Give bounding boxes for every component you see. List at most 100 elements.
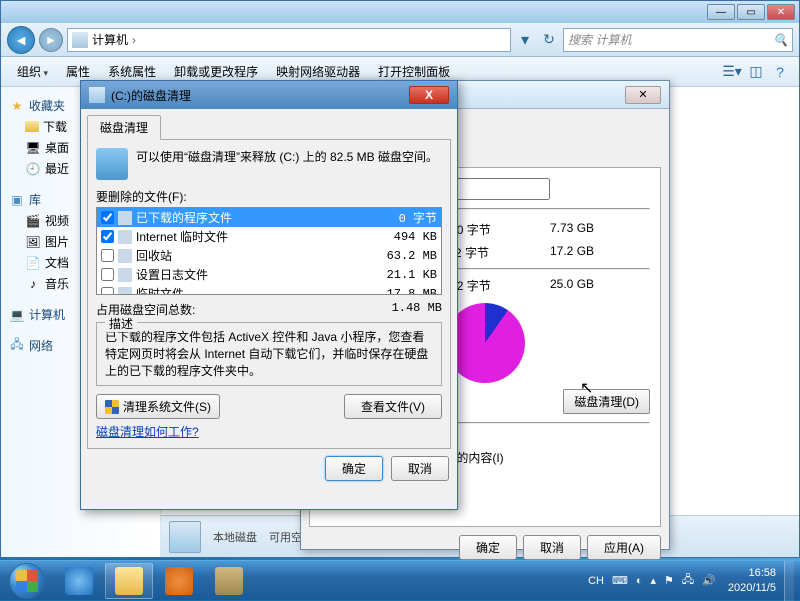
cleanup-title-text: (C:)的磁盘清理: [111, 87, 191, 104]
cleanup-tabs: 磁盘清理: [81, 109, 457, 140]
cleanup-list-item[interactable]: 临时文件 17.8 MB: [97, 284, 441, 295]
tray-ime-mode-icon[interactable]: ⌨: [608, 561, 632, 600]
tray-action-center-icon[interactable]: ⚑: [660, 561, 678, 600]
maximize-button[interactable]: ▭: [737, 4, 765, 20]
library-icon: ▣: [9, 192, 25, 208]
search-icon: 🔍: [773, 33, 788, 47]
address-sep: ›: [128, 33, 140, 47]
address-segment[interactable]: 计算机: [92, 31, 128, 48]
description-title: 描述: [105, 315, 137, 332]
minimize-button[interactable]: —: [707, 4, 735, 20]
cleanup-ok-button[interactable]: 确定: [325, 456, 383, 481]
file-category-icon: [118, 211, 132, 225]
system-tray: CH ⌨ ◐ ▴ ⚑ 🖧 🔊 16:58 2020/11/5: [584, 561, 800, 600]
disk-cleanup-button[interactable]: 磁盘清理(D): [563, 389, 650, 414]
tray-clock[interactable]: 16:58 2020/11/5: [720, 566, 784, 595]
refresh-button[interactable]: ↻: [539, 29, 559, 51]
preview-pane-button[interactable]: ◫: [745, 61, 767, 83]
taskbar-item[interactable]: [205, 563, 253, 599]
cleanup-item-checkbox[interactable]: [101, 211, 114, 224]
taskbar-mediaplayer[interactable]: [155, 563, 203, 599]
how-it-works-link[interactable]: 磁盘清理如何工作?: [96, 423, 442, 440]
cleanup-titlebar[interactable]: (C:)的磁盘清理 X: [81, 81, 457, 109]
app-icon: [215, 567, 243, 595]
computer-icon: 💻: [9, 307, 25, 323]
address-bar[interactable]: 计算机 ›: [67, 28, 511, 52]
help-button[interactable]: ?: [769, 61, 791, 83]
used-gb: 7.73 GB: [550, 221, 594, 238]
tray-volume-icon[interactable]: 🔊: [698, 561, 720, 600]
cleanup-item-size: 21.1 KB: [387, 268, 437, 282]
taskbar-explorer[interactable]: [105, 563, 153, 599]
tray-overflow-icon[interactable]: ▴: [647, 561, 661, 600]
cleanup-cancel-button[interactable]: 取消: [391, 456, 449, 481]
tray-input-icon[interactable]: ◐: [632, 561, 647, 600]
start-button[interactable]: [0, 561, 54, 601]
view-files-button[interactable]: 查看文件(V): [344, 394, 442, 419]
close-button[interactable]: ✕: [767, 4, 795, 20]
music-icon: ♪: [25, 276, 41, 292]
address-dropdown[interactable]: ▾: [515, 30, 535, 50]
drive-icon: [169, 521, 201, 553]
cleanup-close-button[interactable]: X: [409, 86, 449, 104]
clock-time: 16:58: [728, 566, 776, 580]
cleanup-item-name: 回收站: [136, 247, 383, 264]
cleanup-item-size: 17.8 MB: [387, 287, 437, 296]
recent-icon: 🕘: [25, 161, 41, 177]
taskbar-ie[interactable]: [55, 563, 103, 599]
computer-icon: [72, 32, 88, 48]
folder-icon: [25, 121, 39, 132]
cleanup-item-name: Internet 临时文件: [136, 228, 390, 245]
cleanup-list-item[interactable]: 回收站 63.2 MB: [97, 246, 441, 265]
clean-system-files-button[interactable]: 清理系统文件(S): [96, 394, 220, 419]
explorer-navbar: ◄ ► 计算机 › ▾ ↻ 搜索 计算机 🔍: [1, 23, 799, 57]
windows-logo-icon: [9, 563, 45, 599]
disk-cleanup-dialog: (C:)的磁盘清理 X 磁盘清理 可以使用“磁盘清理”来释放 (C:) 上的 8…: [80, 80, 458, 510]
cleanup-item-size: 0 字节: [399, 209, 437, 226]
cleanup-item-checkbox[interactable]: [101, 249, 114, 262]
cleanup-tab-main[interactable]: 磁盘清理: [87, 115, 161, 140]
mediaplayer-icon: [165, 567, 193, 595]
props-ok-button[interactable]: 确定: [459, 535, 517, 560]
tray-ime[interactable]: CH: [584, 561, 608, 600]
cleanup-list-item[interactable]: 已下载的程序文件0 字节: [97, 208, 441, 227]
props-cancel-button[interactable]: 取消: [523, 535, 581, 560]
description-group: 描述 已下载的程序文件包括 ActiveX 控件和 Java 小程序，您查看特定…: [96, 322, 442, 386]
ie-icon: [65, 567, 93, 595]
file-category-icon: [118, 230, 132, 244]
cleanup-item-size: 63.2 MB: [387, 249, 437, 263]
nav-back-button[interactable]: ◄: [7, 26, 35, 54]
tray-network-icon[interactable]: 🖧: [678, 561, 698, 600]
video-icon: 🎬: [25, 213, 41, 229]
cleanup-header-text: 可以使用“磁盘清理”来释放 (C:) 上的 82.5 MB 磁盘空间。: [136, 148, 438, 180]
toolbar-organize[interactable]: 组织: [9, 60, 56, 83]
props-apply-button[interactable]: 应用(A): [587, 535, 661, 560]
desktop-icon: 🖥: [25, 140, 41, 156]
cleanup-item-checkbox[interactable]: [101, 230, 114, 243]
folder-icon: [115, 567, 143, 595]
cleanup-list-item[interactable]: 设置日志文件 21.1 KB: [97, 265, 441, 284]
cleanup-header-icon: [96, 148, 128, 180]
cleanup-item-size: 494 KB: [394, 230, 437, 244]
cleanup-item-checkbox[interactable]: [101, 287, 114, 295]
file-category-icon: [118, 268, 132, 282]
cleanup-item-name: 临时文件: [136, 285, 383, 295]
clock-date: 2020/11/5: [728, 581, 776, 595]
cleanup-item-name: 设置日志文件: [136, 266, 383, 283]
shield-icon: [105, 400, 119, 414]
cleanup-item-checkbox[interactable]: [101, 268, 114, 281]
capacity-gb: 25.0 GB: [550, 277, 594, 294]
cleanup-file-list[interactable]: 已下载的程序文件0 字节Internet 临时文件 494 KB 回收站 63.2 M…: [96, 207, 442, 295]
cleanup-list-label: 要删除的文件(F):: [96, 188, 442, 205]
close-icon[interactable]: ✕: [625, 86, 661, 104]
file-category-icon: [118, 249, 132, 263]
search-input[interactable]: 搜索 计算机 🔍: [563, 28, 793, 52]
disk-cleanup-icon: [89, 87, 105, 103]
cleanup-list-item[interactable]: Internet 临时文件 494 KB: [97, 227, 441, 246]
taskbar: CH ⌨ ◐ ▴ ⚑ 🖧 🔊 16:58 2020/11/5: [0, 560, 800, 600]
cleanup-panel: 可以使用“磁盘清理”来释放 (C:) 上的 82.5 MB 磁盘空间。 要删除的…: [87, 139, 451, 449]
nav-forward-button[interactable]: ►: [39, 28, 63, 52]
total-value: 1.48 MB: [392, 301, 442, 318]
show-desktop-button[interactable]: [784, 561, 794, 601]
view-options-button[interactable]: ☰▾: [721, 61, 743, 83]
